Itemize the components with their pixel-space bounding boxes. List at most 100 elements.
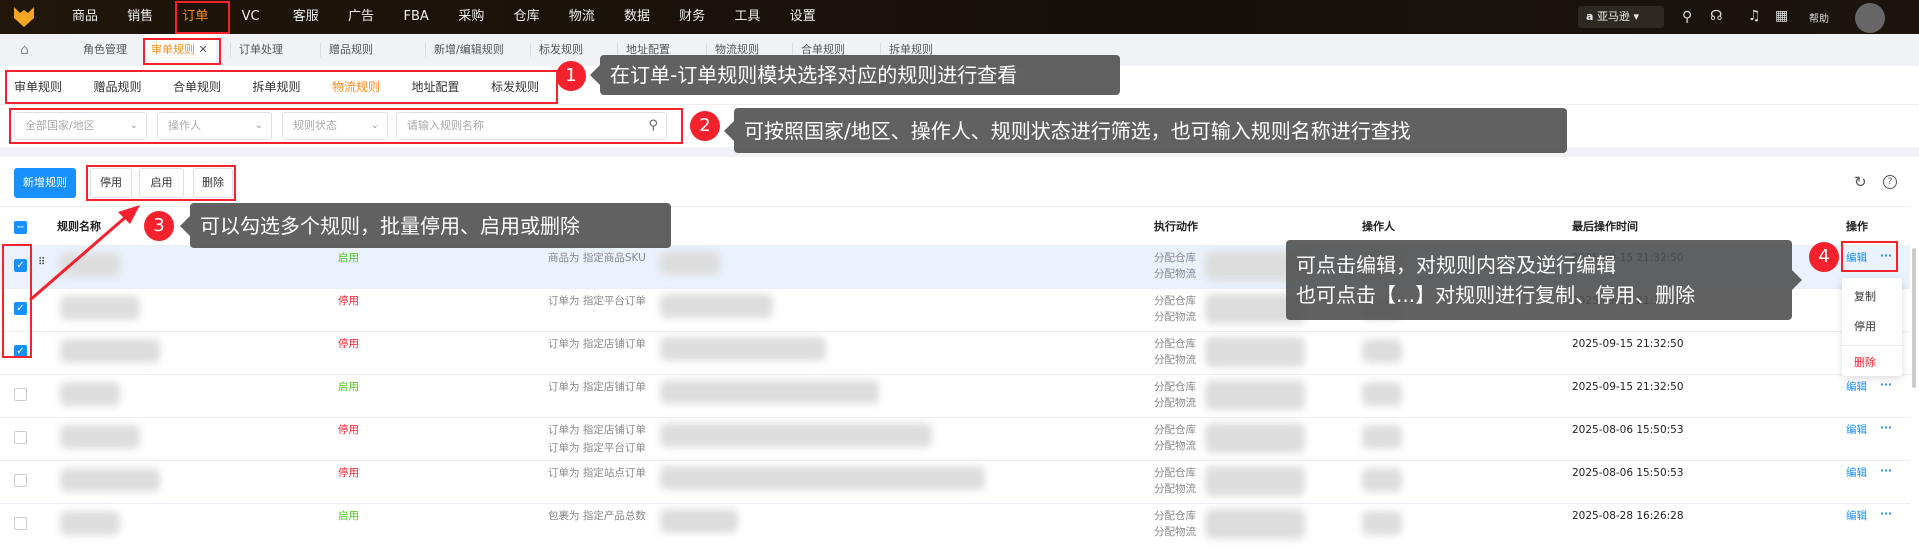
nav-item-5[interactable]: 广告 [334, 0, 388, 34]
more-actions-button[interactable]: ··· [1880, 248, 1892, 264]
nav-item-12[interactable]: 工具 [720, 0, 774, 34]
rule-action: 分配物流 [1154, 354, 1196, 366]
blurred-operator [1362, 425, 1402, 449]
more-actions-menu: 复制 停用 删除 [1842, 278, 1902, 376]
blurred-condition-detail [660, 251, 720, 275]
row-checkbox[interactable] [14, 388, 27, 401]
col-ops: 操作 [1846, 220, 1868, 233]
blurred-rule-name [60, 339, 160, 363]
avatar[interactable] [1855, 3, 1885, 33]
more-actions-button[interactable]: ··· [1880, 420, 1892, 436]
edit-link[interactable]: 编辑 [1846, 465, 1867, 481]
apps-grid-icon[interactable]: ▦ [1775, 8, 1788, 24]
annotation-text-2: 也可点击【...】对规则进行复制、停用、删除 [1296, 283, 1696, 307]
blurred-condition-detail [660, 423, 932, 447]
rule-action: 分配仓库 [1154, 252, 1196, 264]
amazon-dropdown[interactable]: a 亚马逊 ▾ [1578, 6, 1664, 28]
menu-item-disable[interactable]: 停用 [1854, 318, 1876, 334]
blurred-action-detail [1205, 337, 1305, 367]
scrollbar[interactable] [1912, 248, 1916, 388]
nav-item-6[interactable]: FBA [389, 0, 443, 34]
last-operated-time: 2025-08-06 15:50:53 [1572, 424, 1684, 436]
tab-5[interactable]: 标发规则 [530, 43, 591, 57]
blurred-action-detail [1205, 423, 1305, 453]
blurred-operator [1362, 511, 1402, 535]
more-actions-button[interactable]: ··· [1880, 377, 1892, 393]
subtab-4[interactable]: 物流规则 [332, 70, 381, 104]
annotation-text: 可点击编辑，对规则内容及逆行编辑 [1296, 253, 1616, 277]
nav-item-7[interactable]: 采购 [444, 0, 498, 34]
blurred-rule-name [60, 382, 120, 406]
amazon-icon: a [1586, 10, 1594, 23]
nav-item-8[interactable]: 仓库 [500, 0, 554, 34]
rule-status: 启用 [338, 252, 359, 264]
rule-name-search-input[interactable]: 请输入规则名称 ⚲ [396, 112, 667, 140]
nav-item-3[interactable]: VC [224, 0, 278, 34]
annotation-arrow [29, 205, 140, 302]
status-select[interactable]: 规则状态 ⌄ [282, 112, 388, 140]
row-checkbox[interactable] [14, 431, 27, 444]
more-actions-button[interactable]: ··· [1880, 463, 1892, 479]
status-placeholder: 规则状态 [293, 119, 337, 132]
annotation-badge-3: 3 [144, 211, 174, 241]
annotation-text: 在订单-订单规则模块选择对应的规则进行查看 [610, 63, 1018, 87]
bell-icon[interactable]: ♫ [1748, 8, 1761, 24]
nav-item-11[interactable]: 财务 [665, 0, 719, 34]
blurred-rule-name [60, 468, 160, 492]
rule-condition: 订单为 指定平台订单 [548, 442, 646, 454]
rule-condition: 订单为 指定店铺订单 [548, 338, 646, 350]
nav-item-9[interactable]: 物流 [555, 0, 609, 34]
rule-action: 分配仓库 [1154, 510, 1196, 522]
nav-item-4[interactable]: 客服 [279, 0, 333, 34]
chevron-down-icon: ⌄ [254, 120, 263, 131]
tab-4[interactable]: 新增/编辑规则 [425, 43, 512, 57]
rule-condition: 订单为 指定站点订单 [548, 467, 646, 479]
nav-item-13[interactable]: 设置 [776, 0, 830, 34]
rule-action: 分配物流 [1154, 311, 1196, 323]
rule-condition: 订单为 指定平台订单 [548, 295, 646, 307]
col-action: 执行动作 [1154, 220, 1198, 233]
rule-action: 分配仓库 [1154, 381, 1196, 393]
rule-action: 分配物流 [1154, 526, 1196, 538]
blurred-condition-detail [660, 380, 879, 404]
edit-link[interactable]: 编辑 [1846, 422, 1867, 438]
last-operated-time: 2025-08-06 15:50:53 [1572, 467, 1684, 479]
search-icon[interactable]: ⚲ [648, 113, 658, 139]
tab-label: 订单处理 [239, 43, 283, 56]
last-operated-time: 2025-08-28 16:26:28 [1572, 510, 1684, 522]
subtab-5[interactable]: 地址配置 [412, 70, 460, 104]
row-checkbox[interactable] [14, 474, 27, 487]
subtab-6[interactable]: 标发规则 [491, 70, 539, 104]
more-actions-button[interactable]: ··· [1880, 506, 1892, 522]
menu-item-copy[interactable]: 复制 [1854, 288, 1876, 304]
blurred-condition-detail [660, 294, 773, 318]
rule-condition: 包裹为 指定产品总数 [548, 510, 646, 522]
annotation-tooltip-3: 可以勾选多个规则，批量停用、启用或删除 [180, 203, 671, 248]
blurred-action-detail [1205, 466, 1305, 496]
search-icon[interactable]: ⚲ [1682, 9, 1692, 25]
rule-status: 停用 [338, 295, 359, 307]
blurred-operator [1362, 339, 1402, 363]
row-checkbox[interactable] [14, 517, 27, 530]
chevron-down-icon: ⌄ [370, 120, 379, 131]
rule-status: 启用 [338, 381, 359, 393]
edit-link[interactable]: 编辑 [1846, 508, 1867, 524]
search-placeholder: 请输入规则名称 [407, 119, 484, 132]
help-link[interactable]: 帮助 [1809, 10, 1829, 25]
edit-link[interactable]: 编辑 [1846, 250, 1867, 266]
help-icon[interactable]: ? [1883, 175, 1897, 189]
nav-item-10[interactable]: 数据 [610, 0, 664, 34]
annotation-tooltip-4: 可点击编辑，对规则内容及逆行编辑也可点击【...】对规则进行复制、停用、删除 [1286, 240, 1802, 320]
refresh-icon[interactable]: ↻ [1854, 173, 1867, 191]
edit-link[interactable]: 编辑 [1846, 379, 1867, 395]
row-checkbox[interactable]: ✓ [14, 345, 27, 358]
headset-icon[interactable]: ☊ [1710, 8, 1722, 24]
tab-2[interactable]: 订单处理 [230, 43, 291, 57]
caret-down-icon: ▾ [1633, 10, 1639, 23]
tab-3[interactable]: 赠品规则 [320, 43, 381, 57]
menu-item-delete[interactable]: 删除 [1854, 354, 1876, 370]
blurred-condition-detail [660, 337, 826, 361]
subtab-3[interactable]: 拆单规则 [253, 70, 301, 104]
annotation-badge-1: 1 [556, 61, 586, 91]
rule-action: 分配仓库 [1154, 424, 1196, 436]
